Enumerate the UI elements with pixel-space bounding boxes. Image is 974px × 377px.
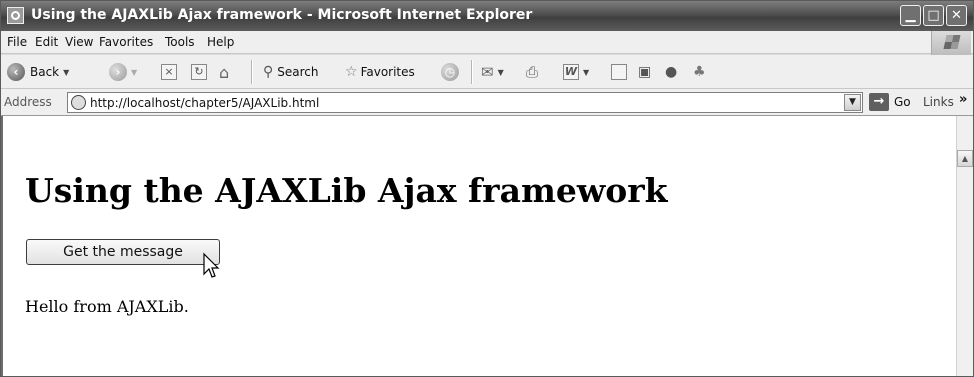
extra-tool-button[interactable]: ♣ (693, 61, 706, 83)
menu-file[interactable]: File (7, 35, 27, 49)
messenger-button[interactable]: ● (665, 61, 677, 83)
refresh-button[interactable]: ↻ (191, 61, 207, 83)
favorites-label: Favorites (360, 65, 415, 79)
vertical-scrollbar[interactable]: ▲ (956, 116, 973, 376)
minimize-button[interactable]: ▁ (900, 5, 921, 26)
history-icon: ◷ (441, 63, 459, 81)
home-button[interactable]: ⌂ (219, 61, 229, 83)
close-button[interactable]: ✕ (946, 5, 967, 26)
page-icon (71, 95, 86, 110)
browser-window: Using the AJAXLib Ajax framework - Micro… (0, 0, 974, 377)
menu-tools[interactable]: Tools (165, 35, 195, 49)
links-chevron-icon[interactable]: » (959, 92, 967, 107)
mail-icon: ✉ (481, 63, 494, 81)
standard-toolbar: ‹ Back ▼ › ▼ × ↻ ⌂ ⚲ Search ☆ Favorites … (1, 55, 973, 89)
forward-icon: › (109, 63, 127, 81)
discuss-button[interactable] (611, 61, 627, 83)
links-label[interactable]: Links (923, 95, 954, 109)
address-input[interactable]: http://localhost/chapter5/AJAXLib.html ▼ (67, 92, 863, 113)
search-icon: ⚲ (263, 64, 274, 80)
menu-edit[interactable]: Edit (35, 35, 58, 49)
back-label: Back (30, 65, 60, 79)
mouse-cursor-icon (203, 252, 220, 278)
toolbar-separator (471, 60, 473, 84)
edit-icon: W (563, 64, 579, 80)
edit-button[interactable]: W ▼ (563, 61, 589, 83)
refresh-icon: ↻ (191, 64, 207, 80)
go-button[interactable]: Go (894, 95, 911, 109)
discuss-icon (611, 64, 627, 80)
toolbar-separator (251, 60, 253, 84)
favorites-icon: ☆ (345, 64, 358, 80)
stop-button[interactable]: × (161, 61, 177, 83)
edit-dropdown-icon[interactable]: ▼ (583, 68, 589, 77)
research-icon: ▣ (638, 64, 652, 80)
menu-help[interactable]: Help (207, 35, 234, 49)
window-title: Using the AJAXLib Ajax framework - Micro… (31, 7, 533, 23)
back-icon: ‹ (7, 63, 25, 81)
history-button[interactable]: ◷ (441, 61, 459, 83)
menu-view[interactable]: View (65, 35, 93, 49)
page-heading: Using the AJAXLib Ajax framework (25, 171, 668, 210)
address-url[interactable]: http://localhost/chapter5/AJAXLib.html (90, 96, 319, 110)
back-button[interactable]: ‹ Back ▼ (7, 61, 69, 83)
title-bar: Using the AJAXLib Ajax framework - Micro… (1, 1, 973, 31)
search-button[interactable]: ⚲ Search (263, 61, 319, 83)
get-message-button[interactable]: Get the message (26, 239, 220, 265)
home-icon: ⌂ (219, 62, 230, 82)
messenger-icon: ● (665, 64, 678, 80)
print-icon: ⎙ (526, 63, 539, 81)
people-icon: ♣ (693, 64, 706, 80)
address-dropdown-icon[interactable]: ▼ (844, 94, 861, 111)
address-label: Address (4, 95, 52, 109)
forward-dropdown-icon[interactable]: ▼ (131, 68, 137, 77)
back-dropdown-icon[interactable]: ▼ (63, 68, 69, 77)
window-controls: ▁ □ ✕ (900, 5, 967, 26)
maximize-button[interactable]: □ (923, 5, 944, 26)
ie-app-icon[interactable] (7, 7, 24, 24)
menu-favorites[interactable]: Favorites (99, 35, 153, 49)
mail-button[interactable]: ✉ ▼ (481, 61, 504, 83)
forward-button[interactable]: › ▼ (109, 61, 137, 83)
scroll-up-icon[interactable]: ▲ (957, 150, 973, 167)
response-message: Hello from AJAXLib. (25, 297, 189, 316)
stop-icon: × (161, 64, 177, 80)
search-label: Search (277, 65, 319, 79)
mail-dropdown-icon[interactable]: ▼ (498, 68, 504, 77)
go-arrow-icon[interactable]: → (869, 93, 889, 111)
address-bar: Address http://localhost/chapter5/AJAXLi… (1, 89, 973, 116)
menu-bar: File Edit View Favorites Tools Help (1, 31, 973, 54)
favorites-button[interactable]: ☆ Favorites (345, 61, 415, 83)
windows-logo-icon (931, 31, 971, 55)
print-button[interactable]: ⎙ (526, 61, 538, 83)
research-button[interactable]: ▣ (638, 61, 651, 83)
